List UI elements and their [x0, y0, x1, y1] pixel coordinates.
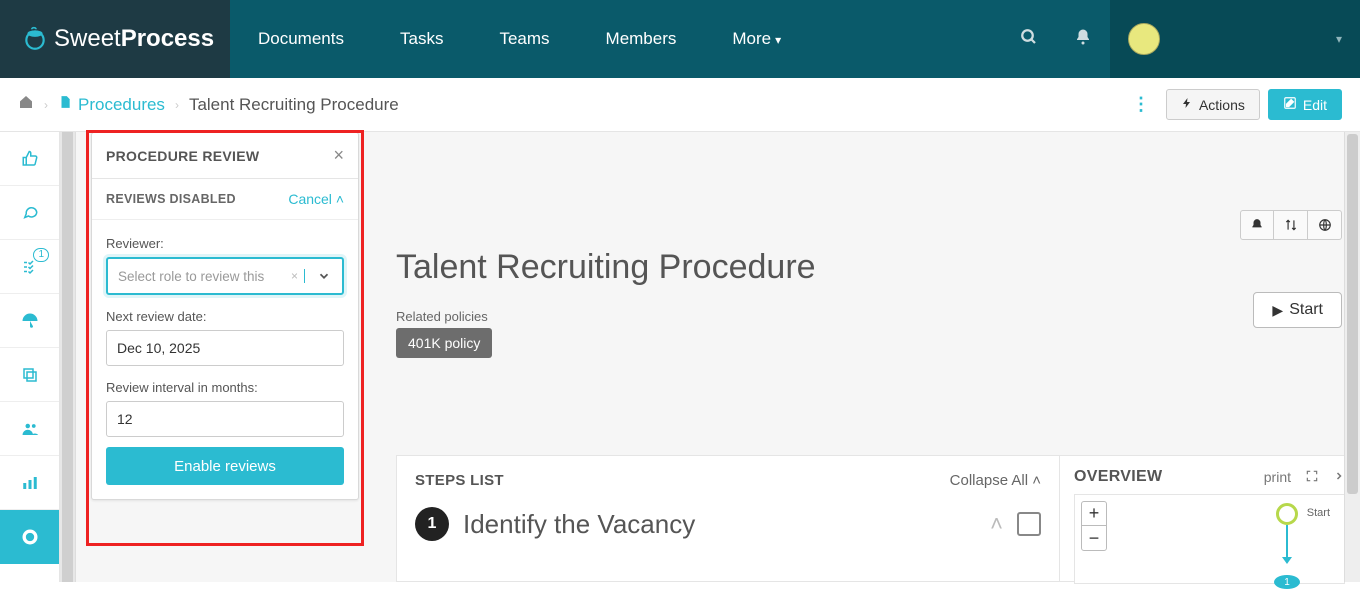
globe-icon[interactable] — [1308, 210, 1342, 240]
nav-teams[interactable]: Teams — [471, 0, 577, 78]
breadcrumb-procedures[interactable]: Procedures — [58, 94, 165, 115]
brand-name: SweetProcess — [54, 25, 214, 53]
chevron-down-icon: ▾ — [775, 33, 781, 47]
left-rail: 1 — [0, 132, 60, 582]
zoom-out-button[interactable]: − — [1082, 526, 1106, 550]
rail-copy[interactable] — [0, 348, 59, 402]
bolt-icon — [1181, 96, 1193, 113]
zoom-controls: + − — [1081, 501, 1107, 551]
sort-icon[interactable] — [1274, 210, 1308, 240]
home-icon[interactable] — [18, 94, 34, 115]
search-icon[interactable] — [1002, 28, 1056, 51]
steps-header: STEPS LIST — [415, 472, 504, 489]
flowchart-canvas[interactable]: + − Start 1 — [1074, 494, 1345, 584]
rail-umbrella[interactable] — [0, 294, 59, 348]
rail-people[interactable] — [0, 402, 59, 456]
overview-title: OVERVIEW — [1074, 468, 1162, 486]
chevron-down-icon[interactable] — [304, 269, 342, 283]
rail-analytics[interactable] — [0, 456, 59, 510]
more-vert-icon[interactable]: ⋮ — [1122, 94, 1160, 115]
main-area: 1 PROCEDURE REVIEW × REVIEWS DISABLED Ca… — [0, 132, 1360, 582]
actions-button[interactable]: Actions — [1166, 89, 1260, 120]
bell-icon[interactable] — [1056, 28, 1110, 51]
related-tag[interactable]: 401K policy — [396, 328, 492, 358]
document-title: Talent Recruiting Procedure — [396, 248, 1336, 287]
nav-tasks[interactable]: Tasks — [372, 0, 471, 78]
nav-documents[interactable]: Documents — [230, 0, 372, 78]
chevron-up-icon: ˄ — [1032, 472, 1041, 489]
chevron-up-icon[interactable]: ˄ — [990, 511, 1003, 537]
next-date-label: Next review date: — [106, 309, 344, 324]
nav-members[interactable]: Members — [578, 0, 705, 78]
flow-start-label: Start — [1307, 507, 1330, 519]
rail-thumbs-up[interactable] — [0, 132, 59, 186]
chevron-up-icon: ˄ — [336, 191, 344, 207]
flow-step-1-node[interactable]: 1 — [1274, 575, 1300, 589]
start-button[interactable]: ▶ Start — [1253, 292, 1342, 328]
breadcrumb-current: Talent Recruiting Procedure — [189, 95, 399, 115]
step-row[interactable]: 1 Identify the Vacancy ˄ — [415, 507, 1041, 541]
edit-icon — [1283, 96, 1297, 113]
related-label: Related policies — [396, 309, 1336, 324]
review-status: REVIEWS DISABLED — [106, 192, 236, 206]
interval-input[interactable] — [106, 401, 344, 437]
steps-list-panel: STEPS LIST Collapse All ˄ 1 Identify the… — [396, 455, 1060, 582]
bell-icon[interactable] — [1240, 210, 1274, 240]
flow-start-node[interactable] — [1276, 503, 1298, 525]
doc-toolbar — [1240, 210, 1342, 240]
next-date-input[interactable] — [106, 330, 344, 366]
collapse-all-link[interactable]: Collapse All ˄ — [950, 472, 1041, 489]
fullscreen-icon[interactable] — [1305, 469, 1319, 486]
rail-badge: 1 — [33, 248, 49, 262]
cancel-link[interactable]: Cancel ˄ — [288, 191, 344, 207]
step-checkbox[interactable] — [1017, 512, 1041, 536]
scroll-gutter[interactable] — [60, 132, 76, 582]
main-nav: Documents Tasks Teams Members More▾ — [230, 0, 809, 78]
avatar — [1128, 23, 1160, 55]
zoom-in-button[interactable]: + — [1082, 502, 1106, 526]
breadcrumb-separator: › — [44, 98, 48, 112]
content-area: PROCEDURE REVIEW × REVIEWS DISABLED Canc… — [76, 132, 1360, 582]
edit-button[interactable]: Edit — [1268, 89, 1342, 120]
breadcrumb-separator: › — [175, 98, 179, 112]
close-icon[interactable]: × — [333, 145, 344, 166]
procedure-review-panel: PROCEDURE REVIEW × REVIEWS DISABLED Canc… — [91, 132, 359, 500]
rail-tasks[interactable]: 1 — [0, 240, 59, 294]
user-menu[interactable]: ▾ — [1110, 0, 1360, 78]
app-header: SweetProcess Documents Tasks Teams Membe… — [0, 0, 1360, 78]
overview-panel: OVERVIEW print + − Start — [1060, 455, 1360, 582]
breadcrumb-actions: ⋮ Actions Edit — [1122, 89, 1342, 120]
reviewer-label: Reviewer: — [106, 236, 344, 251]
rail-comments[interactable] — [0, 186, 59, 240]
chevron-down-icon: ▾ — [1336, 32, 1342, 46]
interval-label: Review interval in months: — [106, 380, 344, 395]
reviewer-select[interactable]: Select role to review this × — [106, 257, 344, 295]
breadcrumb-bar: › Procedures › Talent Recruiting Procedu… — [0, 78, 1360, 132]
rail-review[interactable] — [0, 510, 59, 564]
step-title: Identify the Vacancy — [463, 509, 695, 540]
step-number: 1 — [415, 507, 449, 541]
clear-icon[interactable]: × — [291, 269, 298, 283]
brand-icon — [22, 26, 48, 52]
enable-reviews-button[interactable]: Enable reviews — [106, 447, 344, 485]
file-icon — [58, 94, 72, 115]
steps-overview-strip: STEPS LIST Collapse All ˄ 1 Identify the… — [396, 455, 1360, 582]
nav-more[interactable]: More▾ — [704, 0, 809, 79]
flow-connector — [1286, 525, 1288, 559]
print-link[interactable]: print — [1264, 469, 1291, 485]
reviewer-placeholder: Select role to review this — [108, 269, 291, 284]
play-icon: ▶ — [1272, 302, 1283, 319]
flow-arrow-icon — [1282, 557, 1292, 564]
header-right: ▾ — [1002, 0, 1360, 78]
vertical-scrollbar[interactable] — [1344, 132, 1360, 582]
brand[interactable]: SweetProcess — [0, 0, 230, 78]
panel-title: PROCEDURE REVIEW — [106, 148, 259, 164]
